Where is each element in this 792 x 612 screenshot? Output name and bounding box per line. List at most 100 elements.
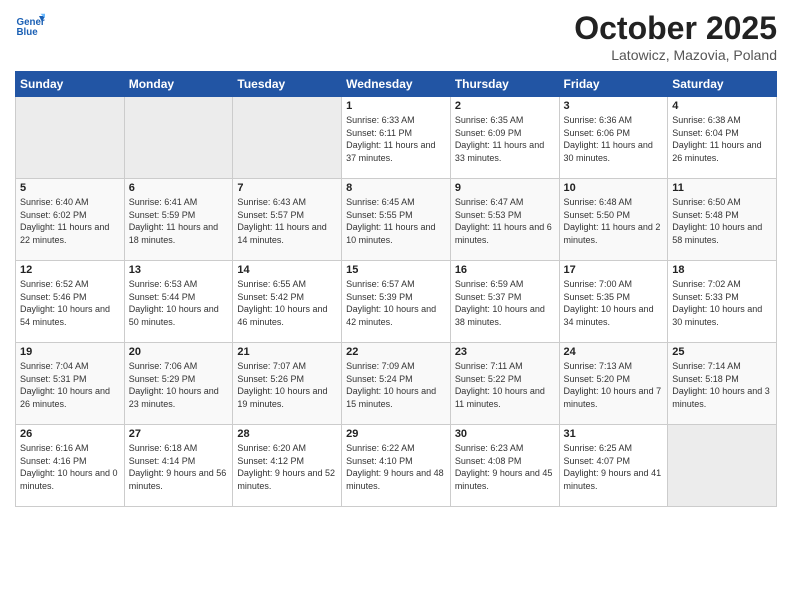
calendar-cell-4-6 xyxy=(668,425,777,507)
day-info: Sunrise: 6:41 AMSunset: 5:59 PMDaylight:… xyxy=(129,196,229,246)
calendar-cell-1-1: 6 Sunrise: 6:41 AMSunset: 5:59 PMDaylight… xyxy=(124,179,233,261)
calendar-cell-1-2: 7Sunrise: 6:43 AMSunset: 5:57 PMDaylight… xyxy=(233,179,342,261)
day-number: 2 xyxy=(455,100,555,112)
day-info: Sunrise: 7:13 AMSunset: 5:20 PMDaylight:… xyxy=(564,360,664,410)
calendar-cell-3-1: 20 Sunrise: 7:06 AMSunset: 5:29 PMDayligh… xyxy=(124,343,233,425)
location: Latowicz, Mazovia, Poland xyxy=(574,47,777,63)
calendar-cell-1-4: 9 Sunrise: 6:47 AMSunset: 5:53 PMDaylight… xyxy=(450,179,559,261)
calendar-cell-3-6: 25Sunrise: 7:14 AMSunset: 5:18 PMDayligh… xyxy=(668,343,777,425)
header-sunday: Sunday xyxy=(16,72,125,97)
page-container: General Blue October 2025 Latowicz, Mazo… xyxy=(0,0,792,517)
weekday-header-row: Sunday Monday Tuesday Wednesday Thursday… xyxy=(16,72,777,97)
header-friday: Friday xyxy=(559,72,668,97)
day-info: Sunrise: 6:45 AMSunset: 5:55 PMDaylight:… xyxy=(346,196,446,246)
day-info: Sunrise: 7:07 AMSunset: 5:26 PMDaylight:… xyxy=(237,360,337,410)
calendar-cell-0-3: 1Sunrise: 6:33 AMSunset: 6:11 PMDaylight… xyxy=(342,97,451,179)
calendar-cell-4-3: 29 Sunrise: 6:22 AMSunset: 4:10 PMDayligh… xyxy=(342,425,451,507)
day-number: 11 xyxy=(672,182,772,194)
day-number: 10 xyxy=(564,182,664,194)
day-number: 31 xyxy=(564,428,664,440)
day-info: Sunrise: 7:02 AMSunset: 5:33 PMDaylight:… xyxy=(672,278,772,328)
calendar-cell-0-5: 3Sunrise: 6:36 AMSunset: 6:06 PMDaylight… xyxy=(559,97,668,179)
day-number: 22 xyxy=(346,346,446,358)
day-info: Sunrise: 6:38 AMSunset: 6:04 PMDaylight:… xyxy=(672,114,772,164)
day-number: 26 xyxy=(20,428,120,440)
calendar-cell-1-3: 8 Sunrise: 6:45 AMSunset: 5:55 PMDaylight… xyxy=(342,179,451,261)
calendar-cell-2-3: 15 Sunrise: 6:57 AMSunset: 5:39 PMDayligh… xyxy=(342,261,451,343)
day-number: 29 xyxy=(346,428,446,440)
logo: General Blue xyxy=(15,10,49,40)
day-info: Sunrise: 7:04 AMSunset: 5:31 PMDaylight:… xyxy=(20,360,120,410)
logo-icon: General Blue xyxy=(15,10,45,40)
calendar-cell-2-6: 18 Sunrise: 7:02 AMSunset: 5:33 PMDayligh… xyxy=(668,261,777,343)
calendar-cell-0-6: 4 Sunrise: 6:38 AMSunset: 6:04 PMDaylight… xyxy=(668,97,777,179)
day-number: 4 xyxy=(672,100,772,112)
day-number: 18 xyxy=(672,264,772,276)
header-wednesday: Wednesday xyxy=(342,72,451,97)
day-info: Sunrise: 7:09 AMSunset: 5:24 PMDaylight:… xyxy=(346,360,446,410)
day-number: 14 xyxy=(237,264,337,276)
month-title: October 2025 xyxy=(574,10,777,47)
day-info: Sunrise: 6:59 AMSunset: 5:37 PMDaylight:… xyxy=(455,278,555,328)
calendar-cell-3-2: 21 Sunrise: 7:07 AMSunset: 5:26 PMDayligh… xyxy=(233,343,342,425)
calendar-cell-1-0: 5 Sunrise: 6:40 AMSunset: 6:02 PMDaylight… xyxy=(16,179,125,261)
day-number: 9 xyxy=(455,182,555,194)
day-number: 30 xyxy=(455,428,555,440)
day-info: Sunrise: 6:53 AMSunset: 5:44 PMDaylight:… xyxy=(129,278,229,328)
calendar-cell-1-5: 10 Sunrise: 6:48 AMSunset: 5:50 PMDayligh… xyxy=(559,179,668,261)
day-info: Sunrise: 7:06 AMSunset: 5:29 PMDaylight:… xyxy=(129,360,229,410)
day-number: 13 xyxy=(129,264,229,276)
calendar-cell-4-0: 26 Sunrise: 6:16 AMSunset: 4:16 PMDayligh… xyxy=(16,425,125,507)
calendar-cell-3-4: 23 Sunrise: 7:11 AMSunset: 5:22 PMDayligh… xyxy=(450,343,559,425)
calendar-cell-0-2 xyxy=(233,97,342,179)
day-number: 19 xyxy=(20,346,120,358)
calendar-cell-1-6: 11Sunrise: 6:50 AMSunset: 5:48 PMDayligh… xyxy=(668,179,777,261)
day-info: Sunrise: 6:22 AMSunset: 4:10 PMDaylight:… xyxy=(346,442,446,492)
day-info: Sunrise: 7:00 AMSunset: 5:35 PMDaylight:… xyxy=(564,278,664,328)
day-number: 6 xyxy=(129,182,229,194)
day-info: Sunrise: 7:11 AMSunset: 5:22 PMDaylight:… xyxy=(455,360,555,410)
title-block: October 2025 Latowicz, Mazovia, Poland xyxy=(574,10,777,63)
day-info: Sunrise: 6:57 AMSunset: 5:39 PMDaylight:… xyxy=(346,278,446,328)
calendar-cell-4-1: 27Sunrise: 6:18 AMSunset: 4:14 PMDayligh… xyxy=(124,425,233,507)
day-info: Sunrise: 6:18 AMSunset: 4:14 PMDaylight:… xyxy=(129,442,229,492)
calendar-cell-0-4: 2Sunrise: 6:35 AMSunset: 6:09 PMDaylight… xyxy=(450,97,559,179)
day-info: Sunrise: 6:25 AMSunset: 4:07 PMDaylight:… xyxy=(564,442,664,492)
day-info: Sunrise: 6:23 AMSunset: 4:08 PMDaylight:… xyxy=(455,442,555,492)
header: General Blue October 2025 Latowicz, Mazo… xyxy=(15,10,777,63)
calendar-cell-2-0: 12Sunrise: 6:52 AMSunset: 5:46 PMDayligh… xyxy=(16,261,125,343)
day-info: Sunrise: 6:47 AMSunset: 5:53 PMDaylight:… xyxy=(455,196,555,246)
calendar-cell-4-5: 31 Sunrise: 6:25 AMSunset: 4:07 PMDayligh… xyxy=(559,425,668,507)
calendar-cell-0-0 xyxy=(16,97,125,179)
day-number: 21 xyxy=(237,346,337,358)
calendar-cell-2-4: 16 Sunrise: 6:59 AMSunset: 5:37 PMDayligh… xyxy=(450,261,559,343)
day-number: 20 xyxy=(129,346,229,358)
day-info: Sunrise: 7:14 AMSunset: 5:18 PMDaylight:… xyxy=(672,360,772,410)
day-info: Sunrise: 6:40 AMSunset: 6:02 PMDaylight:… xyxy=(20,196,120,246)
svg-text:Blue: Blue xyxy=(17,27,39,38)
header-monday: Monday xyxy=(124,72,233,97)
day-info: Sunrise: 6:36 AMSunset: 6:06 PMDaylight:… xyxy=(564,114,664,164)
day-info: Sunrise: 6:48 AMSunset: 5:50 PMDaylight:… xyxy=(564,196,664,246)
calendar-cell-3-0: 19 Sunrise: 7:04 AMSunset: 5:31 PMDayligh… xyxy=(16,343,125,425)
day-number: 5 xyxy=(20,182,120,194)
day-number: 15 xyxy=(346,264,446,276)
day-info: Sunrise: 6:55 AMSunset: 5:42 PMDaylight:… xyxy=(237,278,337,328)
day-number: 28 xyxy=(237,428,337,440)
calendar-cell-3-3: 22 Sunrise: 7:09 AMSunset: 5:24 PMDayligh… xyxy=(342,343,451,425)
calendar-cell-4-4: 30 Sunrise: 6:23 AMSunset: 4:08 PMDayligh… xyxy=(450,425,559,507)
week-row-2: 5 Sunrise: 6:40 AMSunset: 6:02 PMDaylight… xyxy=(16,179,777,261)
week-row-4: 19 Sunrise: 7:04 AMSunset: 5:31 PMDayligh… xyxy=(16,343,777,425)
day-info: Sunrise: 6:16 AMSunset: 4:16 PMDaylight:… xyxy=(20,442,120,492)
day-number: 16 xyxy=(455,264,555,276)
calendar-cell-2-5: 17Sunrise: 7:00 AMSunset: 5:35 PMDayligh… xyxy=(559,261,668,343)
week-row-5: 26 Sunrise: 6:16 AMSunset: 4:16 PMDayligh… xyxy=(16,425,777,507)
week-row-3: 12Sunrise: 6:52 AMSunset: 5:46 PMDayligh… xyxy=(16,261,777,343)
day-number: 23 xyxy=(455,346,555,358)
day-number: 8 xyxy=(346,182,446,194)
day-info: Sunrise: 6:20 AMSunset: 4:12 PMDaylight:… xyxy=(237,442,337,492)
day-number: 24 xyxy=(564,346,664,358)
calendar-cell-2-2: 14 Sunrise: 6:55 AMSunset: 5:42 PMDayligh… xyxy=(233,261,342,343)
calendar-cell-2-1: 13 Sunrise: 6:53 AMSunset: 5:44 PMDayligh… xyxy=(124,261,233,343)
week-row-1: 1Sunrise: 6:33 AMSunset: 6:11 PMDaylight… xyxy=(16,97,777,179)
